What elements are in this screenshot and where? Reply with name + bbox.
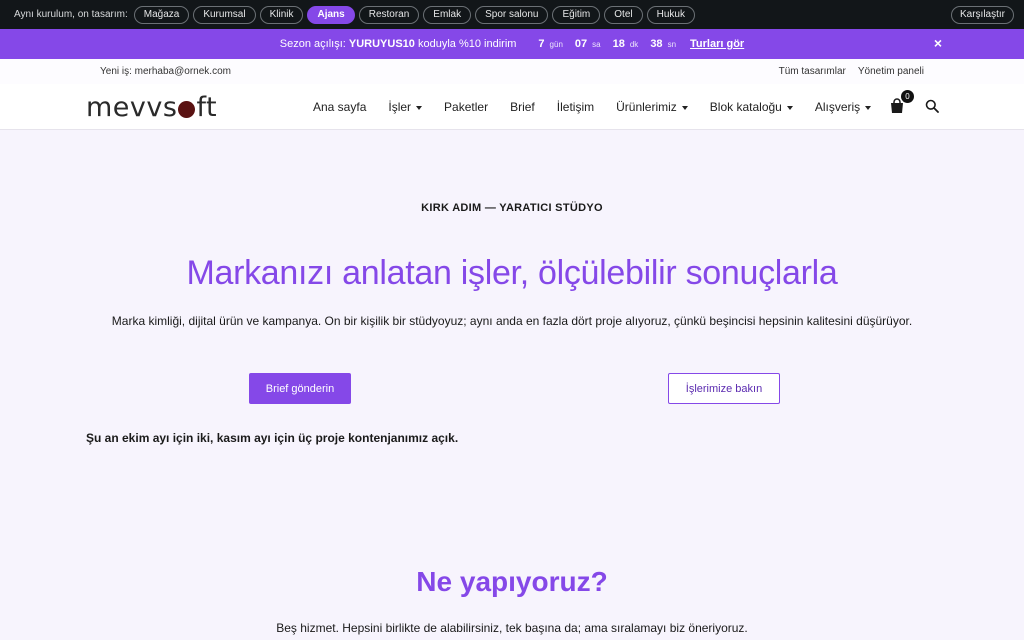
nav-item-1[interactable]: İşler <box>388 100 423 114</box>
nav-menu: Ana sayfa İşler Paketler Brief İletişim Ürünl… <box>313 100 893 114</box>
switcher-pill-2[interactable]: Klinik <box>259 5 304 24</box>
nav-item-2[interactable]: Paketler <box>444 100 488 114</box>
caret-down-icon <box>416 106 423 110</box>
tours-link[interactable]: Turları gör <box>690 38 744 50</box>
switcher-pills: Mağaza Kurumsal Klinik Ajans Restoran Emlak Sp… <box>133 5 699 24</box>
switcher-pill-6[interactable]: Spor salonu <box>475 5 549 24</box>
countdown-segment: 38 sn <box>650 38 676 50</box>
nav-item-0[interactable]: Ana sayfa <box>313 100 366 114</box>
nav-item-label: Ürünlerimiz <box>616 100 677 114</box>
job-contact-text: Yeni iş: merhaba@ornek.com <box>100 66 231 77</box>
caret-down-icon <box>786 106 793 110</box>
countdown-segment: 18 dk <box>613 38 639 50</box>
hero-subtitle: Marka kimliği, dijital ürün ve kampanya.… <box>111 314 913 328</box>
admin-panel-link[interactable]: Yönetim paneli <box>858 66 924 77</box>
design-switcher-bar: Aynı kurulum, on tasarım: Mağaza Kurumsal… <box>0 0 1024 29</box>
nav-item-label: İşler <box>388 100 412 114</box>
countdown-unit: sa <box>592 40 601 49</box>
services-title: Ne yapıyoruz? <box>416 566 608 597</box>
logo[interactable]: mevvs ft <box>86 92 217 123</box>
switcher-pill-1[interactable]: Kurumsal <box>193 5 256 24</box>
switcher-pill-7[interactable]: Eğitim <box>552 5 601 24</box>
countdown-unit: dk <box>629 40 639 49</box>
promo-prefix: Sezon açılışı: <box>279 38 346 50</box>
countdown-timer: 7 gün 07 sa 18 dk 38 sn <box>538 38 688 50</box>
utility-links: Tüm tasarımlar Yönetim paneli <box>767 66 924 77</box>
countdown-value: 18 <box>612 38 625 50</box>
logo-dot-icon <box>178 101 196 118</box>
countdown-value: 7 <box>538 38 545 50</box>
nav-item-label: Blok kataloğu <box>709 100 782 114</box>
main-navbar: mevvs ft Ana sayfa İşler Paketler Brief İleti… <box>0 84 1024 130</box>
capacity-note: Şu an ekim ayı için iki, kasım ayı için … <box>86 431 459 445</box>
services-subtitle: Beş hizmet. Hepsini birlikte de alabilir… <box>276 621 748 635</box>
caret-down-icon <box>865 106 872 110</box>
nav-item-label: İletişim <box>556 100 595 114</box>
countdown-unit: sn <box>667 40 677 49</box>
switcher-pill-9[interactable]: Hukuk <box>646 5 695 24</box>
switcher-pill-5[interactable]: Emlak <box>423 5 472 24</box>
countdown-unit: gün <box>549 40 563 49</box>
nav-item-6[interactable]: Blok kataloğu <box>710 100 793 114</box>
logo-text-start: mevvs <box>86 92 178 123</box>
search-icon[interactable] <box>925 99 939 113</box>
switcher-pill-3[interactable]: Ajans <box>307 5 355 24</box>
logo-text-end: ft <box>196 92 218 123</box>
promo-bar: Sezon açılışı: YURUYUS10 koduyla %10 ind… <box>0 29 1024 59</box>
nav-item-4[interactable]: İletişim <box>557 100 594 114</box>
promo-text: Sezon açılışı: YURUYUS10 koduyla %10 ind… <box>280 38 517 50</box>
switcher-pill-8[interactable]: Otel <box>604 5 643 24</box>
switcher-pill-4[interactable]: Restoran <box>358 5 420 24</box>
compare-button[interactable]: Karşılaştır <box>950 5 1014 24</box>
nav-item-5[interactable]: Ürünlerimiz <box>616 100 688 114</box>
nav-item-3[interactable]: Brief <box>510 100 535 114</box>
switcher-pill-0[interactable]: Mağaza <box>133 5 190 24</box>
hero-eyebrow: KIRK ADIM — YARATICI STÜDYO <box>421 202 603 214</box>
nav-item-label: Alışveriş <box>814 100 861 114</box>
countdown-segment: 7 gün <box>538 38 562 50</box>
close-icon[interactable]: × <box>934 36 942 50</box>
countdown-value: 38 <box>650 38 663 50</box>
nav-item-label: Brief <box>510 100 535 114</box>
switcher-label: Aynı kurulum, on tasarım: <box>14 9 128 20</box>
send-brief-button[interactable]: Brief gönderin <box>249 373 351 404</box>
caret-down-icon <box>681 106 688 110</box>
view-work-button[interactable]: İşlerimize bakın <box>668 373 780 404</box>
countdown-segment: 07 sa <box>575 38 601 50</box>
countdown-value: 07 <box>574 38 588 50</box>
nav-item-label: Paketler <box>444 100 489 114</box>
promo-suffix: koduyla %10 indirim <box>417 38 517 50</box>
nav-item-label: Ana sayfa <box>313 100 367 114</box>
all-designs-link[interactable]: Tüm tasarımlar <box>779 66 846 77</box>
hero-title: Markanızı anlatan işler, ölçülebilir son… <box>186 254 838 292</box>
cart-count-badge: 0 <box>901 90 914 103</box>
nav-item-7[interactable]: Alışveriş <box>814 100 872 114</box>
utility-bar: Yeni iş: merhaba@ornek.com Tüm tasarımla… <box>0 59 1024 84</box>
promo-code: YURUYUS10 <box>348 38 415 50</box>
